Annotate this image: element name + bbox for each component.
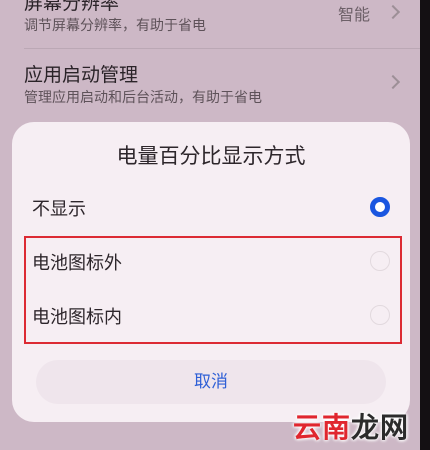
battery-percentage-dialog: 电量百分比显示方式 不显示 电池图标外 电池图标内 取消	[12, 122, 410, 422]
row-value-screen-resolution: 智能	[337, 5, 370, 24]
watermark-char: 龙	[351, 411, 381, 444]
cancel-button[interactable]: 取消	[36, 360, 386, 404]
chevron-right-icon	[385, 74, 401, 90]
settings-row-screen-resolution[interactable]: 屏幕分辨率 调节屏幕分辨率，有助于省电 智能	[0, 0, 420, 48]
watermark-char: 南	[322, 411, 352, 444]
dialog-title: 电量百分比显示方式	[116, 144, 306, 168]
row-title-app-launch-management: 应用启动管理	[24, 64, 139, 86]
watermark-char: 云	[293, 411, 323, 444]
chevron-right-icon	[385, 4, 401, 20]
row-title-screen-resolution: 屏幕分辨率	[24, 0, 120, 14]
watermark: 云南龙网	[293, 406, 409, 446]
annotation-highlight-box	[24, 236, 402, 344]
row-subtitle-app-launch-management: 管理应用启动和后台活动，有助于省电	[24, 90, 262, 106]
watermark-char: 网	[380, 411, 410, 444]
row-subtitle-screen-resolution: 调节屏幕分辨率，有助于省电	[24, 18, 206, 34]
option-label: 不显示	[32, 199, 86, 220]
phone-bezel	[420, 0, 430, 450]
phone-screen: 屏幕分辨率 调节屏幕分辨率，有助于省电 智能 应用启动管理 管理应用启动和后台活…	[0, 0, 420, 450]
radio-selected[interactable]	[370, 197, 390, 217]
settings-row-app-launch-management[interactable]: 应用启动管理 管理应用启动和后台活动，有助于省电	[0, 49, 420, 119]
option-hide[interactable]: 不显示	[12, 182, 410, 234]
